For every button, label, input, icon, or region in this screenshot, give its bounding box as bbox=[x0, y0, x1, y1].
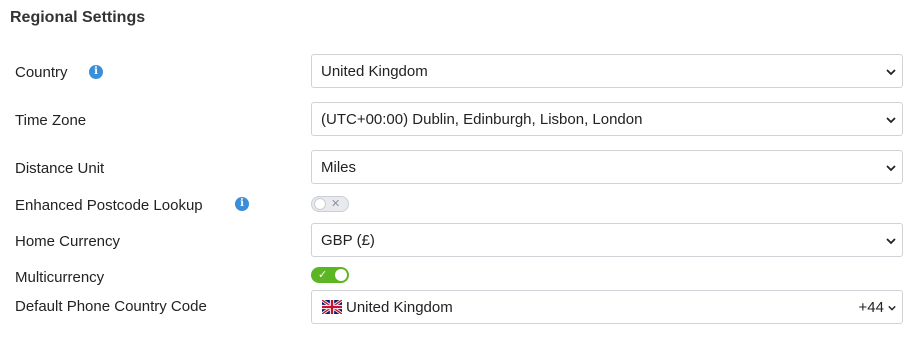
home-currency-label: Home Currency bbox=[15, 233, 121, 250]
info-icon[interactable]: i bbox=[235, 197, 249, 211]
distance-unit-value: Miles bbox=[321, 159, 357, 176]
time-zone-label: Time Zone bbox=[15, 112, 87, 129]
check-icon: ✓ bbox=[318, 268, 328, 281]
distance-unit-label: Distance Unit bbox=[15, 160, 105, 177]
uk-flag-icon bbox=[322, 300, 342, 314]
multicurrency-toggle[interactable]: ✓ bbox=[311, 267, 349, 283]
postcode-lookup-label: Enhanced Postcode Lookup bbox=[15, 197, 203, 214]
country-value: United Kingdom bbox=[321, 63, 428, 80]
home-currency-select[interactable]: GBP (£) bbox=[311, 223, 903, 257]
chevron-down-icon bbox=[886, 238, 896, 245]
chevron-down-icon bbox=[886, 69, 896, 76]
close-icon: ✕ bbox=[331, 197, 341, 210]
toggle-knob bbox=[335, 269, 347, 281]
phone-code-select[interactable]: United Kingdom +44 bbox=[311, 290, 903, 324]
chevron-down-icon bbox=[886, 165, 896, 172]
country-select[interactable]: United Kingdom bbox=[311, 54, 903, 88]
country-label: Country bbox=[15, 64, 68, 81]
chevron-down-icon bbox=[886, 117, 896, 124]
phone-country-value: United Kingdom bbox=[346, 299, 453, 316]
dial-code: +44 bbox=[858, 299, 884, 316]
multicurrency-label: Multicurrency bbox=[15, 269, 105, 286]
info-icon[interactable]: i bbox=[89, 65, 103, 79]
phone-code-label: Default Phone Country Code bbox=[15, 298, 207, 315]
postcode-lookup-toggle[interactable]: ✕ bbox=[311, 196, 349, 212]
toggle-knob bbox=[314, 198, 326, 210]
time-zone-value: (UTC+00:00) Dublin, Edinburgh, Lisbon, L… bbox=[321, 111, 643, 128]
time-zone-select[interactable]: (UTC+00:00) Dublin, Edinburgh, Lisbon, L… bbox=[311, 102, 903, 136]
chevron-down-icon bbox=[888, 305, 896, 311]
distance-unit-select[interactable]: Miles bbox=[311, 150, 903, 184]
section-title: Regional Settings bbox=[10, 9, 146, 26]
home-currency-value: GBP (£) bbox=[321, 232, 375, 249]
